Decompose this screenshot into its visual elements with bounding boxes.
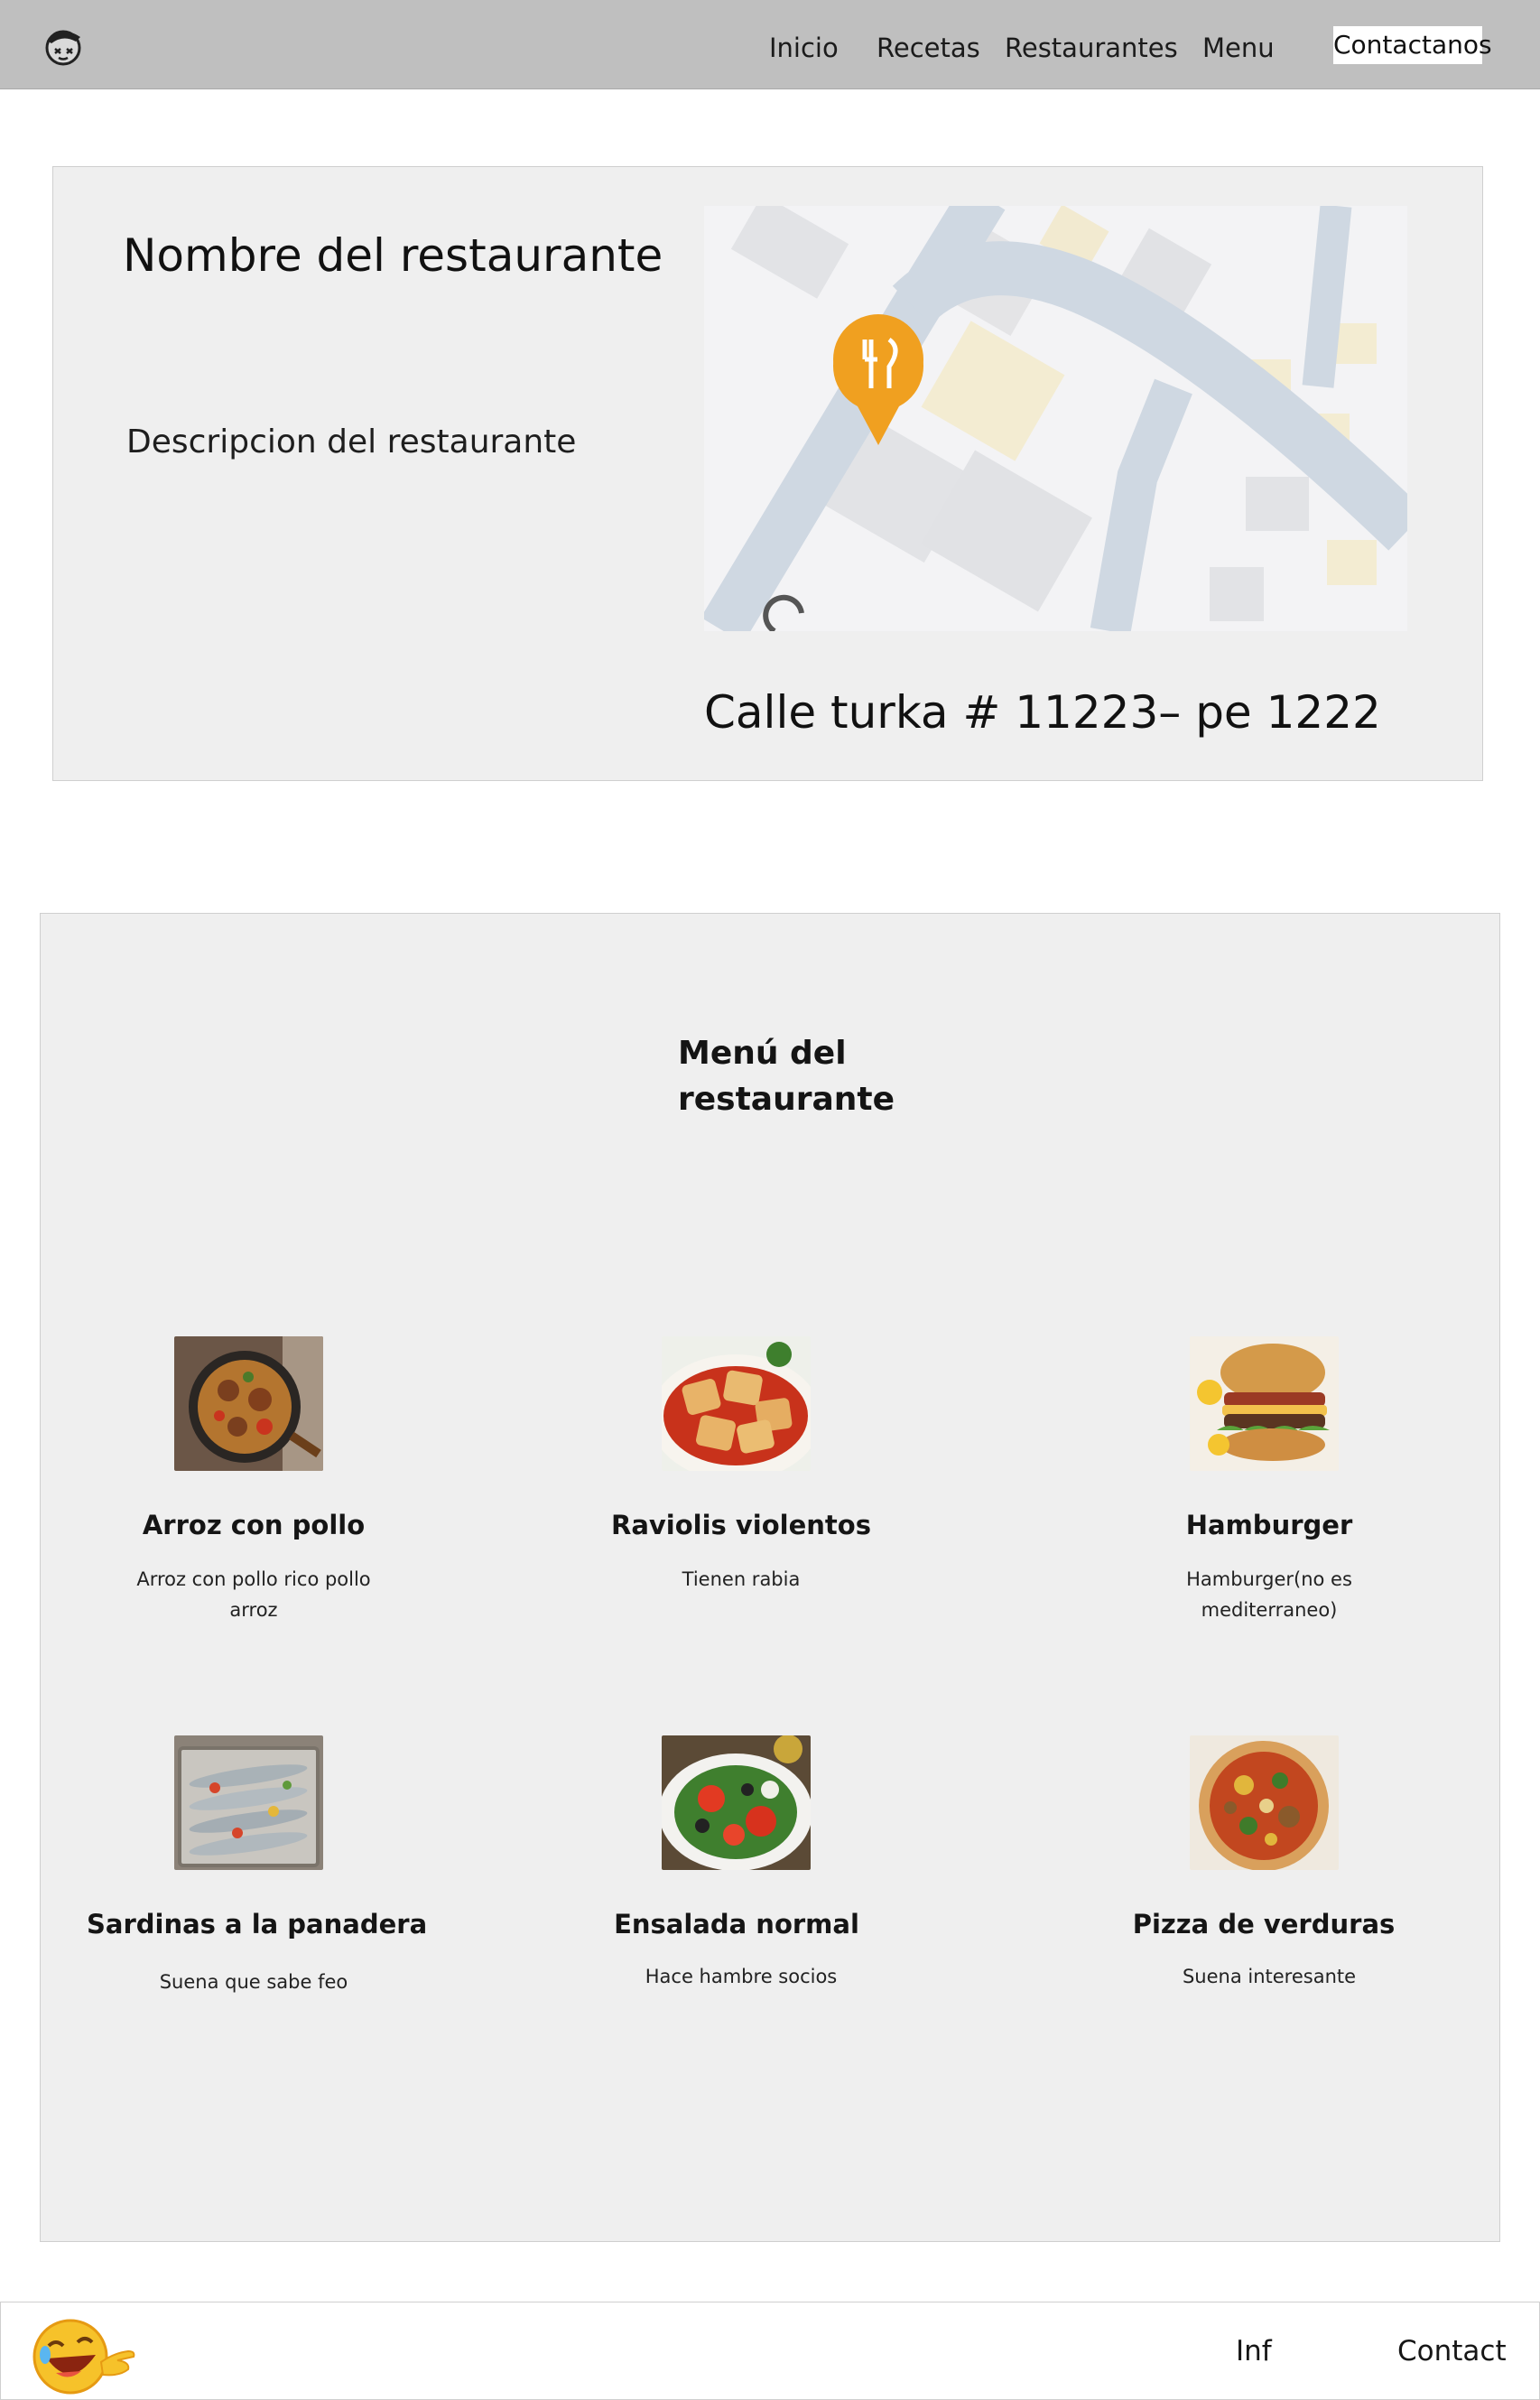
- hamburger-image[interactable]: [1190, 1336, 1339, 1471]
- vegetable-pizza-image[interactable]: [1190, 1735, 1339, 1870]
- dish-name: Hamburger: [1185, 1510, 1353, 1540]
- footer: [0, 2302, 1540, 2400]
- salad-bowl-image[interactable]: [662, 1735, 811, 1870]
- dish-name: Raviolis violentos: [611, 1510, 871, 1540]
- dish-description: Arroz con pollo rico pollo arroz: [136, 1568, 371, 1621]
- sardines-tray-image[interactable]: [174, 1735, 323, 1870]
- ravioli-plate-image[interactable]: [662, 1336, 811, 1471]
- map-image: [704, 206, 1407, 631]
- nav-item-recetas[interactable]: Recetas: [877, 33, 980, 63]
- dish-name: Pizza de verduras: [1132, 1909, 1396, 1940]
- nav-item-restaurantes[interactable]: Restaurantes: [1005, 33, 1178, 63]
- cartoon-face-logo-icon[interactable]: [40, 23, 87, 67]
- restaurant-name: Nombre del restaurante: [123, 229, 663, 282]
- contact-button[interactable]: Contactanos: [1333, 26, 1492, 64]
- dish-description: Hamburger(no es mediterraneo): [1186, 1568, 1352, 1621]
- dish-name: Sardinas a la panadera: [87, 1909, 428, 1940]
- restaurant-map[interactable]: [704, 206, 1407, 631]
- menu-title: Menú del restaurante: [678, 1035, 895, 1118]
- laughing-pointing-emoji-icon: [32, 2319, 135, 2395]
- nav-item-inicio[interactable]: Inicio: [769, 33, 839, 63]
- footer-link-inf[interactable]: Inf: [1236, 2335, 1272, 2367]
- dish-description: Tienen rabia: [682, 1568, 801, 1590]
- dish-description: Suena interesante: [1182, 1966, 1357, 1987]
- restaurant-address: Calle turka # 11223– pe 1222: [704, 686, 1381, 739]
- dish-description: Hace hambre socios: [645, 1966, 838, 1987]
- restaurant-description: Descripcion del restaurante: [126, 423, 577, 460]
- paella-pan-image[interactable]: [174, 1336, 323, 1471]
- dish-name: Ensalada normal: [614, 1909, 859, 1940]
- dish-description: Suena que sabe feo: [159, 1971, 348, 1993]
- footer-link-contact[interactable]: Contact: [1397, 2335, 1507, 2367]
- nav-item-menu[interactable]: Menu: [1202, 33, 1275, 63]
- dish-name: Arroz con pollo: [142, 1510, 366, 1540]
